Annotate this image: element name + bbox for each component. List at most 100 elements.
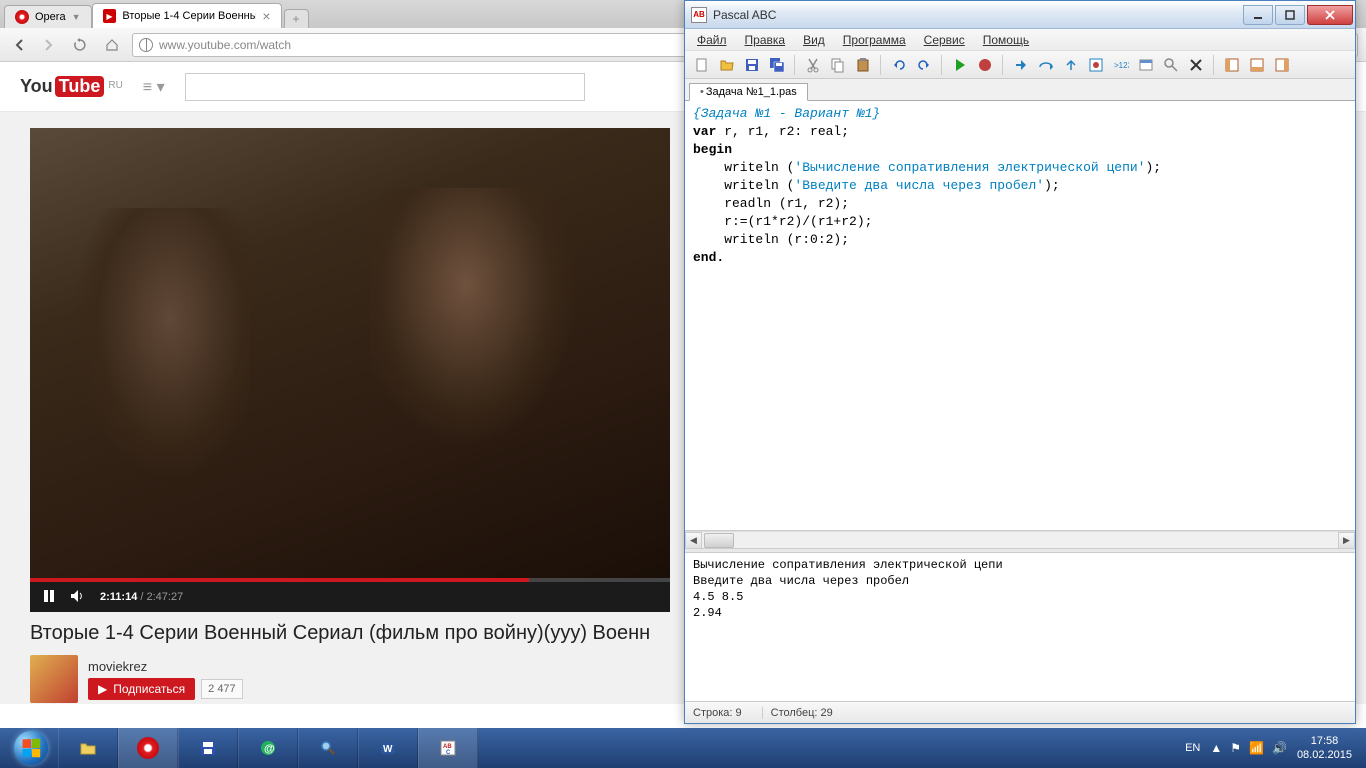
minimize-button[interactable] (1243, 5, 1273, 25)
taskbar-magnifier[interactable] (298, 728, 358, 768)
open-file-icon[interactable] (716, 54, 738, 76)
opera-label: Opera (35, 11, 66, 23)
code-editor[interactable]: {Задача №1 - Вариант №1} var r, r1, r2: … (685, 101, 1355, 531)
subscriber-count: 2 477 (201, 679, 243, 699)
new-file-icon[interactable] (691, 54, 713, 76)
run-icon[interactable] (949, 54, 971, 76)
tray-flag-icon[interactable]: ▲ (1210, 741, 1222, 755)
youtube-play-icon: ▶ (98, 682, 107, 696)
watch-icon[interactable]: >123 (1110, 54, 1132, 76)
tray-action-center-icon[interactable]: ⚑ (1230, 741, 1241, 755)
logo-region: RU (108, 80, 122, 91)
clear-icon[interactable] (1185, 54, 1207, 76)
undo-icon[interactable] (888, 54, 910, 76)
menu-help[interactable]: Помощь (975, 31, 1037, 49)
reload-button[interactable] (68, 33, 92, 57)
copy-icon[interactable] (827, 54, 849, 76)
status-col: Столбец: 29 (762, 707, 833, 719)
menu-service[interactable]: Сервис (916, 31, 973, 49)
close-button[interactable] (1307, 5, 1353, 25)
step-into-icon[interactable] (1010, 54, 1032, 76)
file-tab[interactable]: •Задача №1_1.pas (689, 83, 808, 101)
video-time: 2:11:14 / 2:47:27 (100, 591, 183, 603)
save-icon[interactable] (741, 54, 763, 76)
opera-menu-tab[interactable]: Opera ▼ (4, 5, 92, 28)
taskbar-save-app[interactable] (178, 728, 238, 768)
pascal-app-icon: AB (691, 7, 707, 23)
duration: 2:47:27 (147, 591, 184, 603)
volume-button[interactable] (70, 589, 86, 606)
find-icon[interactable] (1160, 54, 1182, 76)
taskbar-opera[interactable] (118, 728, 178, 768)
logo-tube: Tube (55, 76, 105, 97)
redo-icon[interactable] (913, 54, 935, 76)
subscribe-button[interactable]: ▶ Подписаться (88, 678, 195, 700)
breakpoint-icon[interactable] (1085, 54, 1107, 76)
back-button[interactable] (8, 33, 32, 57)
scroll-thumb[interactable] (704, 533, 734, 548)
cut-icon[interactable] (802, 54, 824, 76)
search-input[interactable] (185, 73, 585, 101)
panel3-icon[interactable] (1271, 54, 1293, 76)
pascal-statusbar: Строка: 9 Столбец: 29 (685, 701, 1355, 723)
menu-program[interactable]: Программа (835, 31, 914, 49)
video-player[interactable]: 2:11:14 / 2:47:27 (30, 128, 670, 608)
dropdown-icon: ▼ (72, 12, 81, 22)
video-frame[interactable] (30, 128, 670, 578)
stop-icon[interactable] (974, 54, 996, 76)
pascal-window: AB Pascal ABC Файл Правка Вид Программа … (684, 0, 1356, 724)
maximize-button[interactable] (1275, 5, 1305, 25)
start-orb-icon (14, 731, 48, 765)
taskbar-explorer[interactable] (58, 728, 118, 768)
guide-button[interactable]: ≡ ▾ (143, 77, 165, 97)
taskbar-mail[interactable]: @ (238, 728, 298, 768)
pascal-title: Pascal ABC (713, 8, 1243, 22)
scroll-left-icon[interactable]: ◀ (685, 532, 702, 549)
new-tab-button[interactable]: + (284, 9, 309, 28)
step-out-icon[interactable] (1060, 54, 1082, 76)
menu-file[interactable]: Файл (689, 31, 735, 49)
scroll-right-icon[interactable]: ▶ (1338, 532, 1355, 549)
menu-edit[interactable]: Правка (737, 31, 794, 49)
panel1-icon[interactable] (1221, 54, 1243, 76)
start-button[interactable] (4, 728, 58, 768)
paste-icon[interactable] (852, 54, 874, 76)
taskbar-word[interactable]: W (358, 728, 418, 768)
svg-text:>123: >123 (1114, 61, 1129, 70)
tray-clock[interactable]: 17:58 08.02.2015 (1297, 734, 1352, 762)
browser-tab-active[interactable]: ▶ Вторые 1-4 Серии Военны × (92, 3, 282, 28)
save-all-icon[interactable] (766, 54, 788, 76)
youtube-logo[interactable]: You Tube RU (20, 76, 123, 97)
channel-avatar[interactable] (30, 655, 78, 703)
tab-title: Вторые 1-4 Серии Военны (122, 10, 256, 22)
pause-button[interactable] (42, 589, 56, 606)
tray-lang[interactable]: EN (1185, 742, 1200, 754)
forward-button[interactable] (36, 33, 60, 57)
tray-volume-icon[interactable]: 🔊 (1272, 741, 1287, 755)
url-text: www.youtube.com/watch (159, 38, 291, 52)
pascal-titlebar[interactable]: AB Pascal ABC (685, 1, 1355, 29)
tab-close-icon[interactable]: × (262, 8, 270, 24)
channel-name[interactable]: moviekrez (88, 659, 243, 674)
globe-icon (139, 38, 153, 52)
home-button[interactable] (100, 33, 124, 57)
window-icon[interactable] (1135, 54, 1157, 76)
pascal-toolbar: >123 (685, 51, 1355, 79)
step-over-icon[interactable] (1035, 54, 1057, 76)
kw-end: end. (693, 250, 724, 265)
taskbar-pascal[interactable]: ABC (418, 728, 478, 768)
logo-you: You (20, 76, 53, 97)
tray-network-icon[interactable]: 📶 (1249, 741, 1264, 755)
pascal-menubar: Файл Правка Вид Программа Сервис Помощь (685, 29, 1355, 51)
subscribe-label: Подписаться (113, 682, 185, 696)
editor-h-scrollbar[interactable]: ◀ ▶ (685, 531, 1355, 548)
video-progress[interactable] (30, 578, 670, 582)
progress-fill (30, 578, 529, 582)
opera-icon (15, 10, 29, 24)
panel2-icon[interactable] (1246, 54, 1268, 76)
kw-var: var (693, 124, 716, 139)
tray-date: 08.02.2015 (1297, 748, 1352, 762)
output-panel[interactable]: Вычисление сопративления электрической ц… (685, 553, 1355, 701)
menu-view[interactable]: Вид (795, 31, 833, 49)
youtube-favicon: ▶ (103, 9, 117, 23)
